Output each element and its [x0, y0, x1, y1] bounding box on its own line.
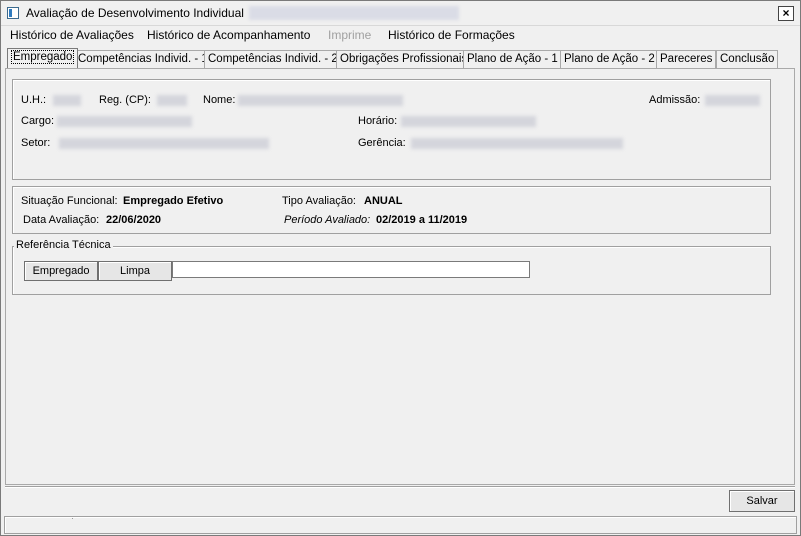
redacted-title-suffix [249, 6, 459, 20]
tipo-avaliacao-label: Tipo Avaliação: [282, 195, 356, 207]
menu-historico-formacoes[interactable]: Histórico de Formações [388, 28, 515, 42]
tab-obrigacoes[interactable]: Obrigações Profissionais [336, 50, 472, 68]
reg-value-redacted [157, 95, 187, 106]
evaluation-info-group: Situação Funcional: Empregado Efetivo Ti… [12, 186, 771, 234]
tab-competencias-1[interactable]: Competências Individ. - 1 [74, 50, 212, 68]
situacao-label: Situação Funcional: [21, 195, 118, 207]
salvar-button[interactable]: Salvar [729, 490, 795, 512]
tab-empregado[interactable]: Empregado [7, 48, 79, 68]
horario-value-redacted [401, 116, 536, 127]
setor-label: Setor: [21, 137, 51, 149]
tipo-avaliacao-value: ANUAL [364, 195, 403, 207]
limpa-button[interactable]: Limpa [98, 261, 172, 281]
tab-plano-acao-1[interactable]: Plano de Ação - 1 [463, 50, 562, 68]
empregado-button[interactable]: Empregado [24, 261, 98, 281]
uh-value-redacted [53, 95, 81, 106]
tab-panel-empregado: U.H.: Reg. (CP): Nome: Admissão: Cargo: … [5, 68, 795, 519]
employee-info-group: U.H.: Reg. (CP): Nome: Admissão: Cargo: … [12, 79, 771, 180]
uh-label: U.H.: [21, 94, 47, 106]
tab-pareceres[interactable]: Pareceres [656, 50, 717, 68]
app-icon [7, 7, 19, 19]
admissao-value-redacted [705, 95, 760, 106]
gerencia-label: Gerência: [358, 137, 406, 149]
periodo-label: Período Avaliado: [284, 214, 371, 226]
referencia-tecnica-legend: Referência Técnica [14, 239, 113, 251]
nome-value-redacted [238, 95, 403, 106]
tab-strip: Empregado Competências Individ. - 1 Comp… [5, 48, 795, 68]
tab-competencias-2[interactable]: Competências Individ. - 2 [204, 50, 342, 68]
footer-divider [5, 486, 795, 488]
data-avaliacao-value: 22/06/2020 [106, 214, 162, 226]
situacao-value: Empregado Efetivo [123, 195, 224, 207]
gerencia-value-redacted [411, 138, 623, 149]
cargo-value-redacted [57, 116, 192, 127]
title-bar[interactable]: Avaliação de Desenvolvimento Individual … [1, 1, 800, 26]
main-window: Avaliação de Desenvolvimento Individual … [0, 0, 801, 536]
menu-imprime: Imprime [328, 28, 372, 42]
tab-conclusao[interactable]: Conclusão [716, 50, 779, 68]
menu-historico-acompanhamento[interactable]: Histórico de Acompanhamento [147, 28, 310, 42]
tab-label: Empregado [11, 50, 75, 64]
nome-label: Nome: [203, 94, 236, 106]
horario-label: Horário: [358, 115, 398, 127]
admissao-label: Admissão: [649, 94, 701, 106]
status-bar [4, 516, 797, 534]
referencia-tecnica-group: Referência Técnica Empregado Limpa [12, 239, 771, 295]
menu-historico-avaliacoes[interactable]: Histórico de Avaliações [10, 28, 134, 42]
menu-bar: Histórico de Avaliações Histórico de Aco… [1, 26, 800, 45]
reg-label: Reg. (CP): [99, 94, 151, 106]
tab-plano-acao-2[interactable]: Plano de Ação - 2 [560, 50, 659, 68]
data-avaliacao-label: Data Avaliação: [23, 214, 100, 226]
cargo-label: Cargo: [21, 115, 55, 127]
close-button[interactable]: × [778, 6, 794, 21]
setor-value-redacted [59, 138, 269, 149]
periodo-value: 02/2019 a 11/2019 [376, 214, 468, 226]
referencia-tecnica-input[interactable] [172, 261, 530, 278]
window-title: Avaliação de Desenvolvimento Individual [26, 6, 244, 20]
